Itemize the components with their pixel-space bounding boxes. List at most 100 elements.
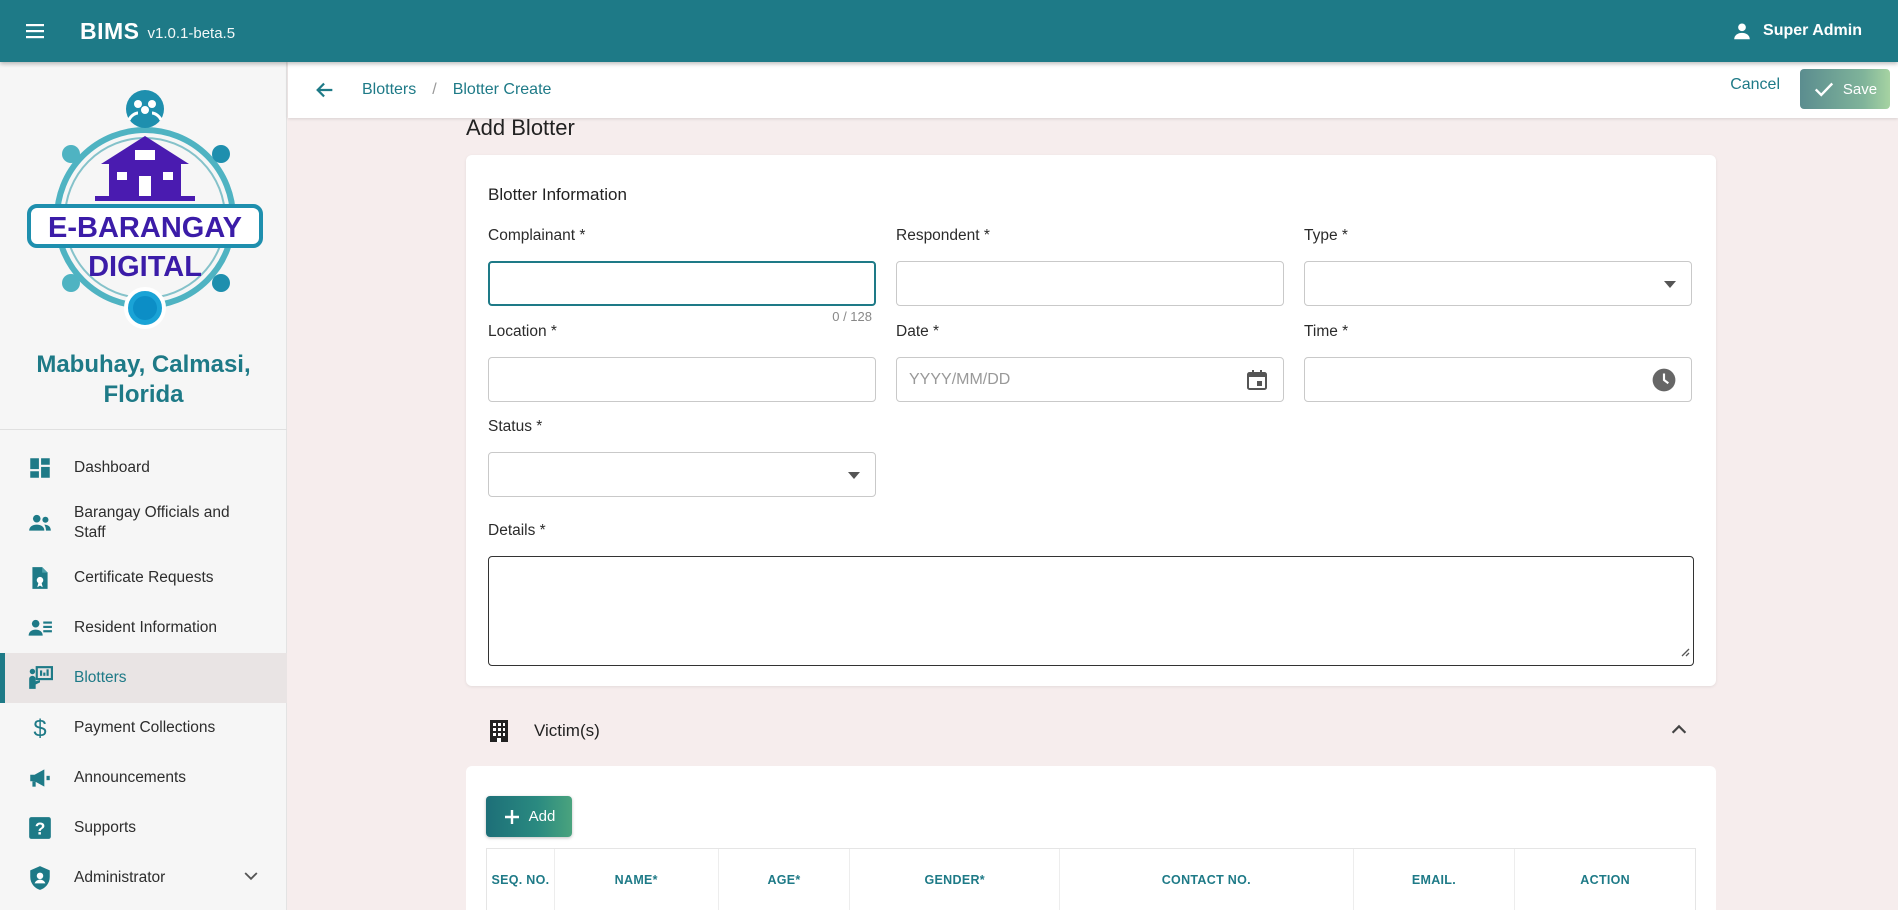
- sidebar-item-blotters[interactable]: Blotters: [0, 653, 287, 703]
- location-input[interactable]: [489, 358, 875, 401]
- date-input[interactable]: [897, 358, 1283, 401]
- breadcrumb-blotters[interactable]: Blotters: [362, 81, 416, 99]
- column-header-name[interactable]: NAME*: [555, 849, 719, 910]
- time-box: [1304, 357, 1692, 402]
- section-title: Blotter Information: [488, 185, 627, 204]
- app-title: BIMS: [80, 17, 140, 44]
- sidebar-item-resident-information[interactable]: Resident Information: [0, 603, 287, 653]
- status-label: Status *: [488, 418, 543, 435]
- breadcrumb-current: Blotter Create: [452, 81, 552, 98]
- sidebar-item-administrator[interactable]: Administrator: [0, 853, 287, 903]
- menu-icon[interactable]: [0, 0, 70, 62]
- location-box: [488, 357, 876, 402]
- complainant-field: Complainant * 0 / 128: [488, 227, 876, 324]
- column-header-seq-no[interactable]: SEQ. NO.: [487, 849, 555, 910]
- user-name: Super Admin: [1763, 22, 1862, 39]
- user-menu[interactable]: Super Admin: [1731, 0, 1862, 62]
- time-label: Time *: [1304, 323, 1349, 340]
- column-header-email[interactable]: EMAIL.: [1354, 849, 1516, 910]
- sidebar-item-announcements[interactable]: Announcements: [0, 753, 287, 803]
- sidebar-item-label: Resident Information: [74, 619, 218, 636]
- column-header-age[interactable]: AGE*: [719, 849, 851, 910]
- respondent-box: [896, 261, 1284, 306]
- dollar-icon: $: [26, 714, 54, 742]
- date-field: Date *: [896, 323, 1284, 402]
- person-icon: [1734, 23, 1750, 40]
- victims-section-header[interactable]: Victim(s): [466, 704, 1716, 758]
- respondent-field: Respondent *: [896, 227, 1284, 306]
- save-label: Save: [1842, 80, 1878, 98]
- date-label: Date *: [896, 323, 940, 340]
- shield-icon: [26, 864, 54, 892]
- svg-text:DIGITAL: DIGITAL: [88, 251, 202, 283]
- complainant-label: Complainant *: [488, 227, 586, 244]
- sidebar-item-supports[interactable]: ? Supports: [0, 803, 287, 853]
- calendar-icon[interactable]: [1245, 368, 1269, 392]
- details-field: Details *: [488, 522, 1694, 666]
- barangay-logo: E-BARANGAY DIGITAL: [25, 90, 265, 390]
- details-textarea[interactable]: [489, 557, 1693, 665]
- table-header-row: SEQ. NO. NAME* AGE* GENDER* CONTACT NO. …: [487, 849, 1695, 910]
- sidebar-item-label: Blotters: [74, 669, 127, 686]
- add-victim-button[interactable]: Add: [486, 796, 572, 837]
- details-label: Details *: [488, 522, 546, 539]
- plus-icon: [504, 809, 519, 824]
- certificate-icon: [26, 564, 54, 592]
- sidebar-item-label: Announcements: [74, 769, 187, 786]
- resize-grip-icon[interactable]: [1680, 644, 1690, 662]
- time-input[interactable]: [1305, 358, 1691, 401]
- megaphone-icon: [26, 764, 54, 792]
- column-header-contact-no[interactable]: CONTACT NO.: [1060, 849, 1354, 910]
- chevron-up-icon[interactable]: [1668, 719, 1690, 746]
- resident-card-icon: [26, 614, 54, 642]
- clock-icon[interactable]: [1651, 367, 1677, 393]
- column-header-gender[interactable]: GENDER*: [850, 849, 1061, 910]
- blotter-information-card: Blotter Information Complainant * 0 / 12…: [466, 155, 1716, 686]
- cancel-button[interactable]: Cancel: [1730, 76, 1780, 94]
- location-field: Location *: [488, 323, 876, 402]
- status-field: Status *: [488, 418, 876, 497]
- sidebar-item-label: Supports: [74, 819, 137, 836]
- respondent-label: Respondent *: [896, 227, 990, 244]
- presenter-icon: [26, 664, 54, 692]
- victims-card: Add SEQ. NO. NAME* AGE* GENDER* CONTACT …: [466, 766, 1716, 910]
- sidebar-divider: [0, 429, 287, 430]
- svg-text:E-BARANGAY: E-BARANGAY: [48, 212, 242, 244]
- status-select[interactable]: [488, 452, 876, 497]
- type-label: Type *: [1304, 227, 1348, 244]
- sidebar-item-label: Payment Collections: [74, 719, 216, 736]
- back-arrow-icon[interactable]: [312, 77, 338, 103]
- sidebar-item-certificate-requests[interactable]: Certificate Requests: [0, 553, 287, 603]
- sidebar-item-officials[interactable]: Barangay Officials and Staff: [0, 493, 287, 553]
- sidebar-item-label: Administrator: [74, 869, 166, 886]
- dropdown-arrow-icon: [847, 468, 861, 482]
- page-title: Add Blotter: [466, 115, 575, 140]
- complainant-box: [488, 261, 876, 306]
- details-box: [488, 556, 1694, 666]
- sidebar-item-label: Certificate Requests: [74, 569, 214, 586]
- complainant-input[interactable]: [490, 263, 874, 304]
- sidebar: E-BARANGAY DIGITAL Mabuhay, Calmasi, Flo…: [0, 62, 287, 910]
- save-button[interactable]: Save: [1800, 69, 1890, 109]
- sidebar-item-payment-collections[interactable]: $ Payment Collections: [0, 703, 287, 753]
- svg-text:$: $: [33, 716, 46, 741]
- help-icon: ?: [26, 814, 54, 842]
- chevron-down-icon[interactable]: [241, 866, 261, 891]
- dashboard-icon: [26, 454, 54, 482]
- top-app-bar: BIMS v1.0.1-beta.5 Super Admin: [0, 0, 1898, 62]
- respondent-input[interactable]: [897, 262, 1283, 305]
- sidebar-item-dashboard[interactable]: Dashboard: [0, 443, 287, 493]
- location-label: Location *: [488, 323, 557, 340]
- breadcrumb-bar: Blotters / Blotter Create Cancel Save: [288, 62, 1898, 118]
- type-select[interactable]: [1304, 261, 1692, 306]
- sidebar-nav: Dashboard Barangay Officials and Staff C…: [0, 443, 287, 903]
- dropdown-arrow-icon: [1663, 277, 1677, 291]
- date-box: [896, 357, 1284, 402]
- add-label: Add: [528, 808, 556, 825]
- time-field: Time *: [1304, 323, 1692, 402]
- svg-text:?: ?: [35, 819, 46, 839]
- app-version: v1.0.1-beta.5: [147, 24, 236, 42]
- type-field: Type *: [1304, 227, 1692, 306]
- column-header-action[interactable]: ACTION: [1515, 849, 1695, 910]
- check-icon: [1814, 82, 1834, 97]
